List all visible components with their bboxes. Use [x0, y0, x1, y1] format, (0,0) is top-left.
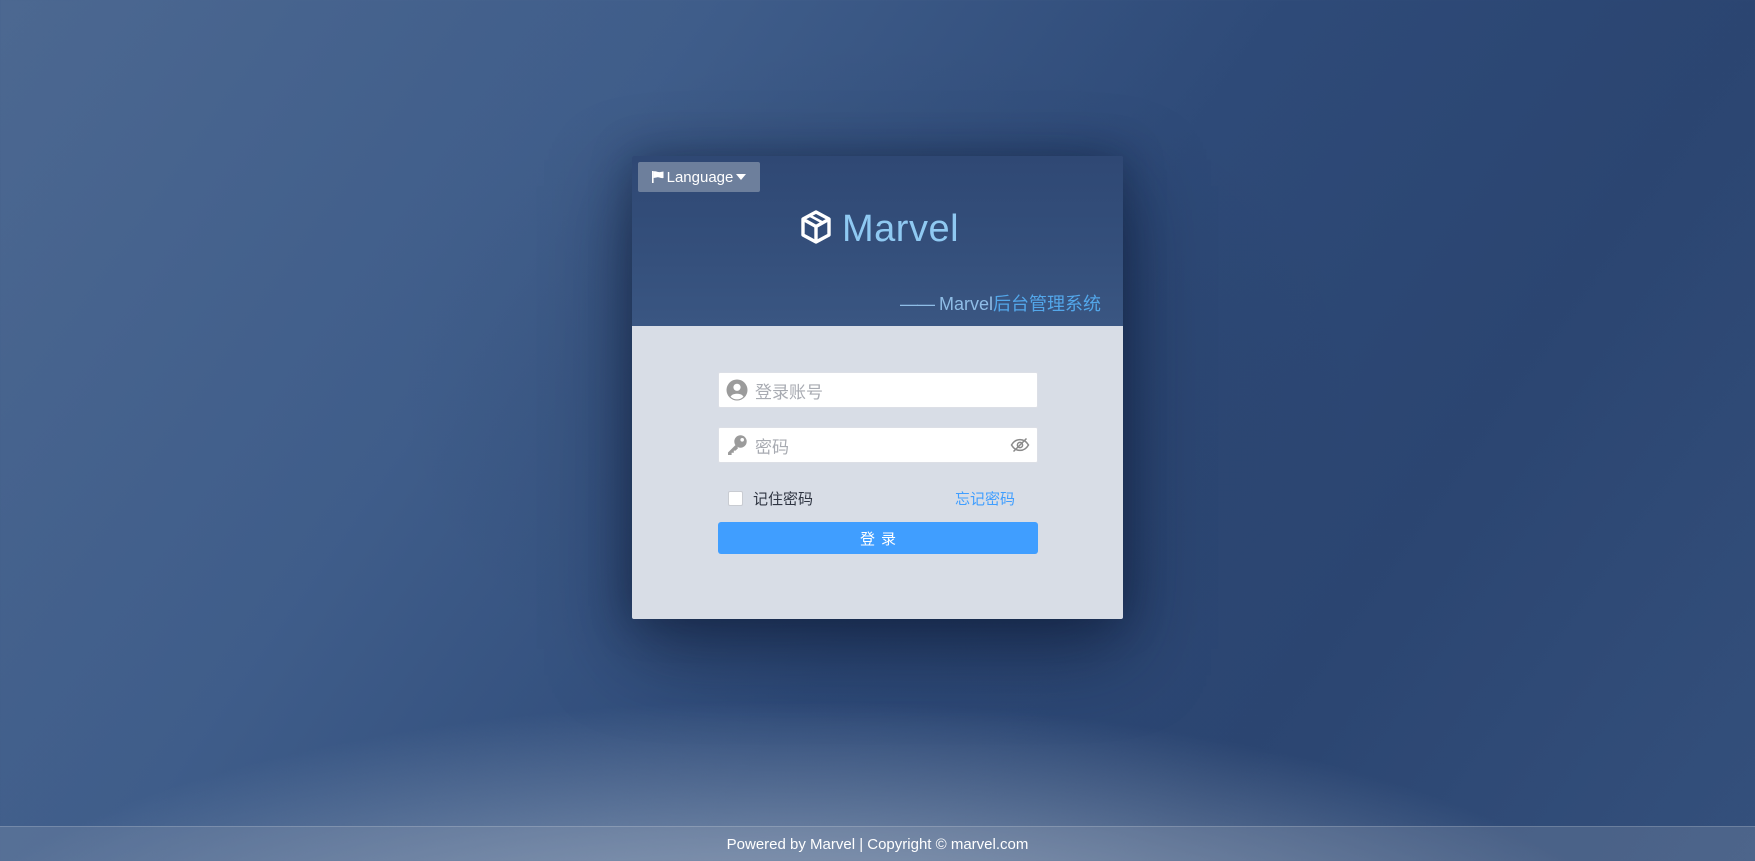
remember-password[interactable]: 记住密码 [728, 488, 813, 509]
login-header: Language Marvel Marvel —— Marvel后台管理系统 [632, 156, 1123, 326]
password-input[interactable]: 密码 [755, 433, 1003, 458]
key-icon [719, 428, 755, 462]
language-label: Language [666, 168, 734, 186]
cube-icon-reflection [800, 266, 832, 304]
caret-down-icon [735, 172, 747, 182]
username-field[interactable]: 登录账号 [718, 372, 1038, 408]
login-form: 登录账号 密码 记住密码 忘记密码 登录 [632, 326, 1123, 619]
username-input[interactable]: 登录账号 [755, 378, 1037, 403]
footer-copyright: Powered by Marvel | Copyright © marvel.c… [726, 836, 1029, 853]
language-dropdown[interactable]: Language [638, 162, 760, 192]
subtitle-system-name: 后台管理系统 [993, 294, 1101, 314]
subtitle-dash: —— [899, 294, 935, 314]
remember-label: 记住密码 [753, 490, 814, 508]
password-field[interactable]: 密码 [718, 427, 1038, 463]
forgot-password-link[interactable]: 忘记密码 [955, 488, 1015, 509]
subtitle-brand: Marvel [933, 294, 993, 314]
brand-name: Marvel [842, 207, 960, 250]
footer: Powered by Marvel | Copyright © marvel.c… [0, 826, 1755, 861]
cube-icon [800, 210, 832, 248]
remember-checkbox[interactable] [728, 491, 743, 506]
eye-slash-icon[interactable] [1003, 428, 1037, 462]
user-circle-icon [719, 373, 755, 407]
brand: Marvel [800, 206, 959, 252]
login-button[interactable]: 登录 [718, 522, 1038, 554]
subtitle: —— Marvel后台管理系统 [900, 290, 1101, 316]
flag-icon [651, 170, 665, 184]
login-card: Language Marvel Marvel —— Marvel后台管理系统 登… [632, 156, 1123, 619]
